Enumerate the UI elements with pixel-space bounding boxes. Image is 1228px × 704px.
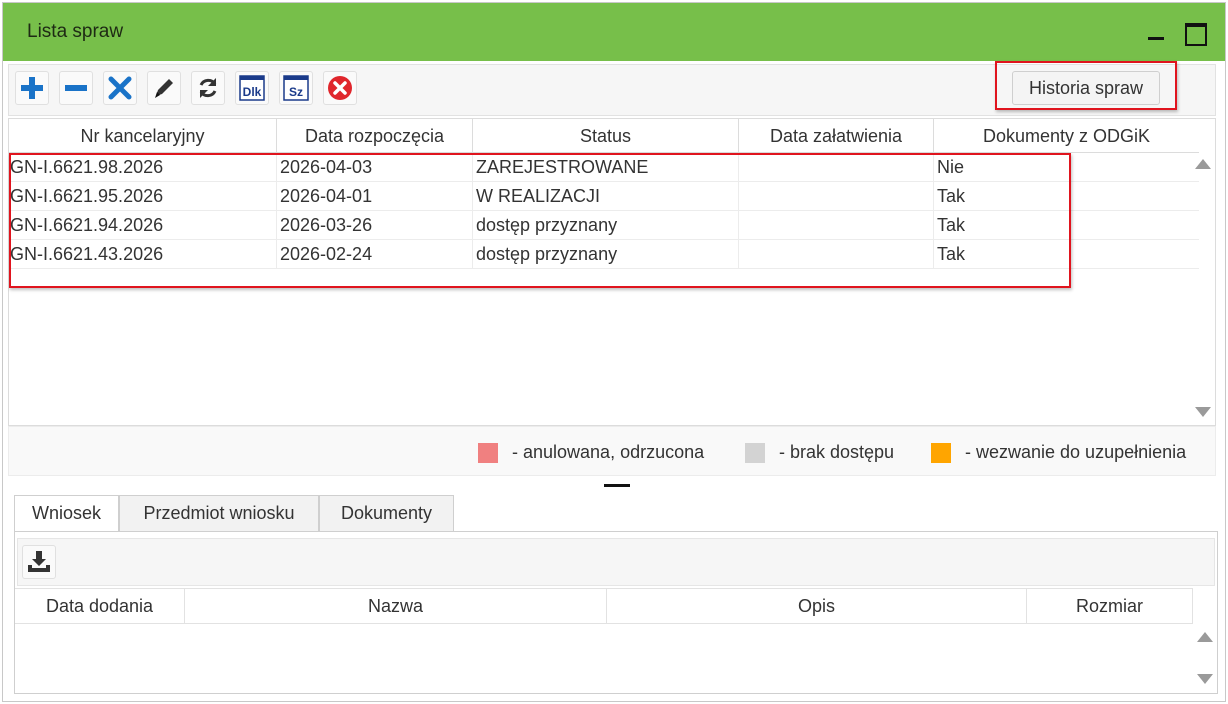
cell-nr: GN-I.6621.95.2026 xyxy=(9,182,277,211)
cell-end-date xyxy=(739,182,934,211)
legend-item: - anulowana, odrzucona xyxy=(478,442,704,463)
tab-wniosek[interactable]: Wniosek xyxy=(14,495,119,532)
panel-splitter[interactable] xyxy=(604,484,630,487)
case-history-button[interactable]: Historia spraw xyxy=(1012,71,1160,105)
svg-text:Dlk: Dlk xyxy=(243,85,262,99)
title-bar: Lista spraw xyxy=(3,3,1225,61)
cell-odgik-docs: Nie xyxy=(937,157,965,177)
legend-swatch xyxy=(931,442,951,463)
cell-start-date: 2026-03-26 xyxy=(277,211,473,240)
documents-table-header: Data dodania Nazwa Opis Rozmiar xyxy=(15,588,1193,624)
column-header[interactable]: Nazwa xyxy=(185,589,607,623)
column-header[interactable]: Data dodania xyxy=(15,589,185,623)
download-button[interactable] xyxy=(22,545,56,579)
table-row[interactable]: GN-I.6621.98.2026 2026-04-03 ZAREJESTROW… xyxy=(9,153,1199,182)
svg-text:Sz: Sz xyxy=(289,85,303,99)
cell-end-date xyxy=(739,240,934,269)
legend-item: - brak dostępu xyxy=(745,442,894,463)
column-header[interactable]: Rozmiar xyxy=(1027,589,1193,623)
legend-label: - anulowana, odrzucona xyxy=(512,442,705,462)
cases-table-header: Nr kancelaryjny Data rozpoczęcia Status … xyxy=(9,119,1199,153)
cell-status: ZAREJESTROWANE xyxy=(473,153,739,182)
column-header[interactable]: Data rozpoczęcia xyxy=(277,119,473,153)
maximize-icon[interactable] xyxy=(1183,21,1207,46)
legend-swatch xyxy=(745,442,765,463)
cell-odgik-docs: Tak xyxy=(937,215,966,235)
scroll-down-arrow[interactable] xyxy=(1197,674,1213,684)
column-header[interactable]: Status xyxy=(473,119,739,153)
column-header[interactable]: Opis xyxy=(607,589,1027,623)
table-row[interactable]: GN-I.6621.43.2026 2026-02-24 dostęp przy… xyxy=(9,240,1199,269)
remove-button[interactable] xyxy=(59,71,93,105)
legend-swatch xyxy=(478,442,498,463)
cell-nr: GN-I.6621.98.2026 xyxy=(9,153,277,182)
column-header[interactable]: Dokumenty z ODGiK xyxy=(934,119,1199,153)
x-icon xyxy=(108,76,132,100)
cell-odgik-docs: Tak xyxy=(937,244,966,264)
tab-przedmiot-wniosku[interactable]: Przedmiot wniosku xyxy=(119,495,319,532)
delete-button[interactable] xyxy=(103,71,137,105)
sz-icon: Sz xyxy=(283,75,309,101)
dlk-button[interactable]: Dlk xyxy=(235,71,269,105)
table-row[interactable]: GN-I.6621.95.2026 2026-04-01 W REALIZACJ… xyxy=(9,182,1199,211)
tab-dokumenty[interactable]: Dokumenty xyxy=(319,495,454,532)
cancel-button[interactable] xyxy=(323,71,357,105)
download-icon xyxy=(28,551,50,572)
table-row[interactable]: GN-I.6621.94.2026 2026-03-26 dostęp przy… xyxy=(9,211,1199,240)
add-button[interactable] xyxy=(15,71,49,105)
cell-end-date xyxy=(739,211,934,240)
legend-item: - wezwanie do uzupełnienia xyxy=(931,442,1186,463)
cell-nr: GN-I.6621.43.2026 xyxy=(9,240,277,269)
sz-button[interactable]: Sz xyxy=(279,71,313,105)
column-header[interactable]: Data załatwienia xyxy=(739,119,934,153)
edit-button[interactable] xyxy=(147,71,181,105)
plus-icon xyxy=(21,77,43,99)
cell-status: dostęp przyznany xyxy=(473,240,739,269)
detail-panel: Data dodania Nazwa Opis Rozmiar xyxy=(14,531,1218,694)
cancel-circle-icon xyxy=(328,76,352,100)
cell-start-date: 2026-04-03 xyxy=(277,153,473,182)
refresh-button[interactable] xyxy=(191,71,225,105)
cell-status: W REALIZACJI xyxy=(473,182,739,211)
cell-odgik-docs: Tak xyxy=(937,186,966,206)
minimize-icon[interactable] xyxy=(1145,21,1167,43)
cell-start-date: 2026-04-01 xyxy=(277,182,473,211)
cell-end-date xyxy=(739,153,934,182)
cell-nr: GN-I.6621.94.2026 xyxy=(9,211,277,240)
cell-start-date: 2026-02-24 xyxy=(277,240,473,269)
pencil-icon xyxy=(155,79,173,98)
scroll-down-arrow[interactable] xyxy=(1195,407,1211,417)
scroll-up-arrow[interactable] xyxy=(1195,159,1211,169)
scroll-up-arrow[interactable] xyxy=(1197,632,1213,642)
legend-label: - brak dostępu xyxy=(779,442,895,462)
legend-label: - wezwanie do uzupełnienia xyxy=(965,442,1187,462)
dlk-icon: Dlk xyxy=(239,75,265,101)
status-legend: - anulowana, odrzucona - brak dostępu - … xyxy=(8,426,1216,476)
cases-table: Nr kancelaryjny Data rozpoczęcia Status … xyxy=(8,118,1216,426)
minus-icon xyxy=(65,85,87,91)
window-title: Lista spraw xyxy=(27,21,124,42)
cell-status: dostęp przyznany xyxy=(473,211,739,240)
documents-toolbar xyxy=(17,538,1215,586)
refresh-icon xyxy=(199,78,217,98)
column-header[interactable]: Nr kancelaryjny xyxy=(9,119,277,153)
